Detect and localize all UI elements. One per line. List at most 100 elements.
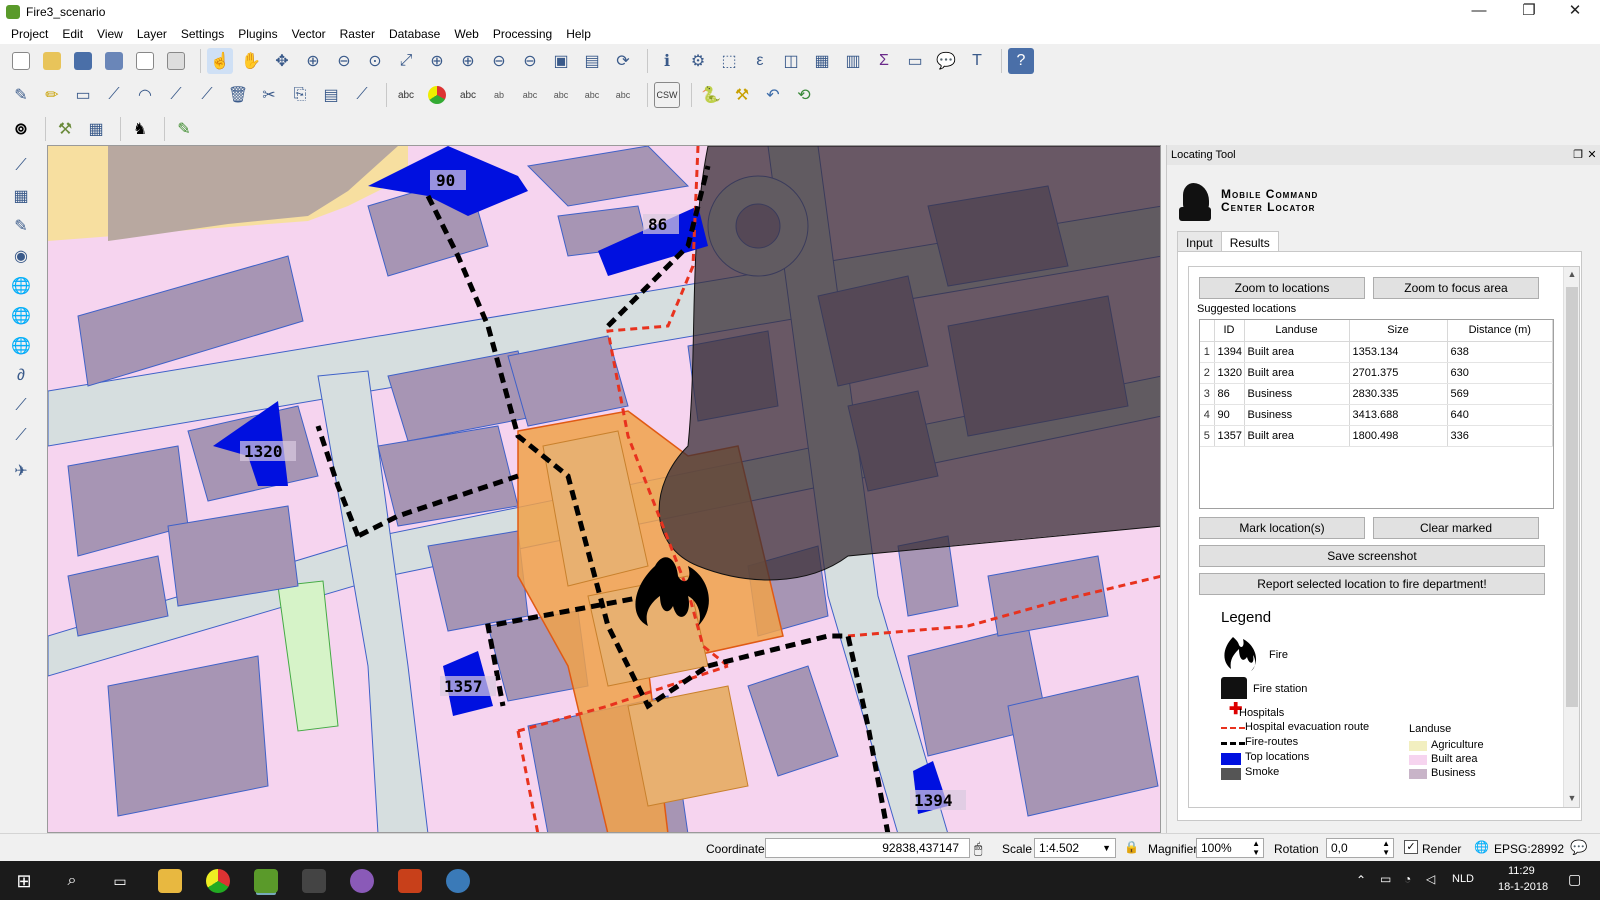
- zoom-native-icon[interactable]: ⊙: [362, 48, 388, 74]
- new-project-icon[interactable]: [8, 48, 34, 74]
- move-feature-icon[interactable]: ⟋: [163, 82, 189, 108]
- panel-close-icon[interactable]: ✕: [1585, 145, 1599, 165]
- zoom-in-icon[interactable]: ⊕: [300, 48, 326, 74]
- table-row[interactable]: 3 86 Business 2830.335 569: [1200, 383, 1553, 405]
- field-calculator-icon[interactable]: ▥: [840, 48, 866, 74]
- save-edits-icon[interactable]: ▭: [70, 82, 96, 108]
- locator-search-icon[interactable]: ⊚: [8, 116, 34, 142]
- zoom-to-selection-icon[interactable]: ⊕: [424, 48, 450, 74]
- notifications-icon[interactable]: ▢: [1568, 871, 1581, 888]
- move-label-icon[interactable]: abc: [548, 82, 574, 108]
- toggle-editing-icon[interactable]: ✏: [39, 82, 65, 108]
- pan-map-icon[interactable]: ✋: [238, 48, 264, 74]
- file-explorer-icon[interactable]: [158, 869, 182, 893]
- plugin-green-icon[interactable]: ✎: [171, 116, 197, 142]
- app-purple-icon[interactable]: [350, 869, 374, 893]
- paint-icon[interactable]: [302, 869, 326, 893]
- map-svg[interactable]: 90 86 1320 1357 1394: [48, 146, 1161, 833]
- refresh-icon[interactable]: ⟳: [610, 48, 636, 74]
- pin-labels-icon[interactable]: ab: [486, 82, 512, 108]
- add-spatialite-icon[interactable]: ◉: [8, 243, 34, 269]
- delete-selected-icon[interactable]: 🗑: [225, 82, 251, 108]
- menu-web[interactable]: Web: [447, 27, 485, 41]
- menu-plugins[interactable]: Plugins: [231, 27, 284, 41]
- battery-icon[interactable]: ▭: [1380, 872, 1391, 886]
- column-header-id[interactable]: ID: [1214, 320, 1245, 342]
- cut-features-icon[interactable]: ✂: [256, 82, 282, 108]
- show-hide-labels-icon[interactable]: abc: [517, 82, 543, 108]
- close-button[interactable]: ✕: [1552, 0, 1598, 24]
- menu-help[interactable]: Help: [559, 27, 598, 41]
- search-icon[interactable]: ⌕: [60, 869, 84, 893]
- highlight-labels-icon[interactable]: abc: [455, 82, 481, 108]
- results-scrollbar[interactable]: ▲ ▼: [1563, 267, 1579, 807]
- add-feature-icon[interactable]: ⟋: [101, 82, 127, 108]
- scroll-up-icon[interactable]: ▲: [1564, 269, 1579, 279]
- zoom-to-focus-button[interactable]: Zoom to focus area: [1373, 277, 1539, 299]
- current-edits-icon[interactable]: ✎: [8, 82, 34, 108]
- clock-date[interactable]: 18-1-2018: [1498, 881, 1548, 893]
- copy-features-icon[interactable]: ⎘: [287, 82, 313, 108]
- magnifier-field[interactable]: 100% ▲ ▼: [1196, 838, 1264, 858]
- open-project-icon[interactable]: [39, 48, 65, 74]
- map-canvas[interactable]: 90 86 1320 1357 1394: [47, 145, 1161, 833]
- add-wms-icon[interactable]: 🌐: [8, 273, 34, 299]
- rotation-field[interactable]: 0,0 ▲ ▼: [1326, 838, 1394, 858]
- add-wcs-icon[interactable]: 🌐: [8, 303, 34, 329]
- pan-to-selection-icon[interactable]: ✥: [269, 48, 295, 74]
- zoom-next-icon[interactable]: ⊖: [517, 48, 543, 74]
- table-row[interactable]: 4 90 Business 3413.688 640: [1200, 404, 1553, 426]
- menu-settings[interactable]: Settings: [174, 27, 231, 41]
- app-blue-icon[interactable]: [446, 869, 470, 893]
- clear-marked-button[interactable]: Clear marked: [1373, 517, 1539, 539]
- minimize-button[interactable]: —: [1456, 0, 1502, 24]
- messages-icon[interactable]: 💬: [1570, 839, 1587, 856]
- spinner-icon[interactable]: ▲ ▼: [1252, 839, 1260, 857]
- measure-icon[interactable]: ▭: [902, 48, 928, 74]
- add-raster-layer-icon[interactable]: ▦: [8, 183, 34, 209]
- menu-project[interactable]: Project: [4, 27, 55, 41]
- new-shapefile-icon[interactable]: ⟋: [8, 393, 34, 419]
- scale-field[interactable]: 1:4.502 ▼: [1034, 838, 1116, 858]
- digitize-icon[interactable]: ⟋: [349, 82, 375, 108]
- select-by-expression-icon[interactable]: ε: [747, 48, 773, 74]
- column-header-distance[interactable]: Distance (m): [1447, 320, 1553, 342]
- menu-edit[interactable]: Edit: [55, 27, 90, 41]
- metasearch-icon[interactable]: CSW: [654, 82, 680, 108]
- save-as-icon[interactable]: [101, 48, 127, 74]
- panel-float-icon[interactable]: ❐: [1571, 145, 1585, 165]
- zoom-to-locations-button[interactable]: Zoom to locations: [1199, 277, 1365, 299]
- deselect-icon[interactable]: ◫: [778, 48, 804, 74]
- bookmarks-icon[interactable]: ▤: [579, 48, 605, 74]
- table-row[interactable]: 1 1394 Built area 1353.134 638: [1200, 341, 1553, 363]
- crs-globe-icon[interactable]: 🌐: [1474, 840, 1489, 854]
- spinner-icon[interactable]: ▲ ▼: [1382, 839, 1390, 857]
- statistics-icon[interactable]: Σ: [871, 48, 897, 74]
- attribute-table-icon[interactable]: ▦: [809, 48, 835, 74]
- zoom-out-icon[interactable]: ⊖: [331, 48, 357, 74]
- rotate-label-icon[interactable]: abc: [579, 82, 605, 108]
- add-circular-string-icon[interactable]: ◠: [132, 82, 158, 108]
- chevron-down-icon[interactable]: ▼: [1102, 839, 1111, 857]
- results-table[interactable]: ID Landuse Size Distance (m) 1 1394 Buil…: [1199, 319, 1554, 509]
- menu-processing[interactable]: Processing: [486, 27, 559, 41]
- zoom-last-icon[interactable]: ⊖: [486, 48, 512, 74]
- sync-icon[interactable]: ⟲: [791, 82, 817, 108]
- powerpoint-icon[interactable]: [398, 869, 422, 893]
- identify-icon[interactable]: ℹ: [654, 48, 680, 74]
- wifi-icon[interactable]: ◔: [1404, 872, 1411, 886]
- save-project-icon[interactable]: [70, 48, 96, 74]
- plugin-tools-icon[interactable]: ⚒: [52, 116, 78, 142]
- diagram-icon[interactable]: [424, 82, 450, 108]
- change-label-icon[interactable]: abc: [610, 82, 636, 108]
- report-location-button[interactable]: Report selected location to fire departm…: [1199, 573, 1545, 595]
- column-header-landuse[interactable]: Landuse: [1244, 320, 1350, 342]
- column-header-size[interactable]: Size: [1349, 320, 1448, 342]
- layout-manager-icon[interactable]: [163, 48, 189, 74]
- add-virtual-layer-icon[interactable]: ∂: [8, 363, 34, 389]
- coordinate-field[interactable]: 92838,437147: [765, 838, 970, 858]
- touch-zoom-pan-icon[interactable]: ☝: [207, 48, 233, 74]
- render-checkbox[interactable]: ✓: [1404, 840, 1418, 854]
- show-hidden-icons[interactable]: ⌃: [1356, 873, 1366, 887]
- save-screenshot-button[interactable]: Save screenshot: [1199, 545, 1545, 567]
